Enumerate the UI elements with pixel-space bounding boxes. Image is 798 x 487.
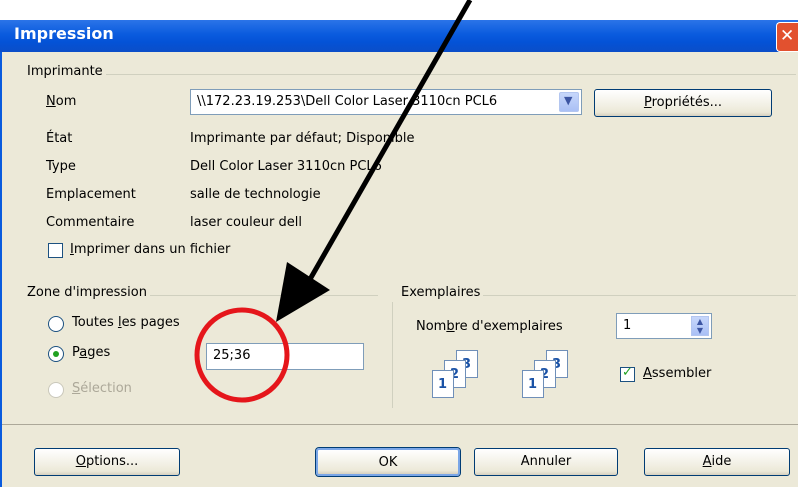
- annotation-overlay: [194, 0, 473, 403]
- highlight-circle: [194, 307, 290, 403]
- arrow-head: [276, 262, 330, 322]
- arrow-shaft: [302, 0, 473, 290]
